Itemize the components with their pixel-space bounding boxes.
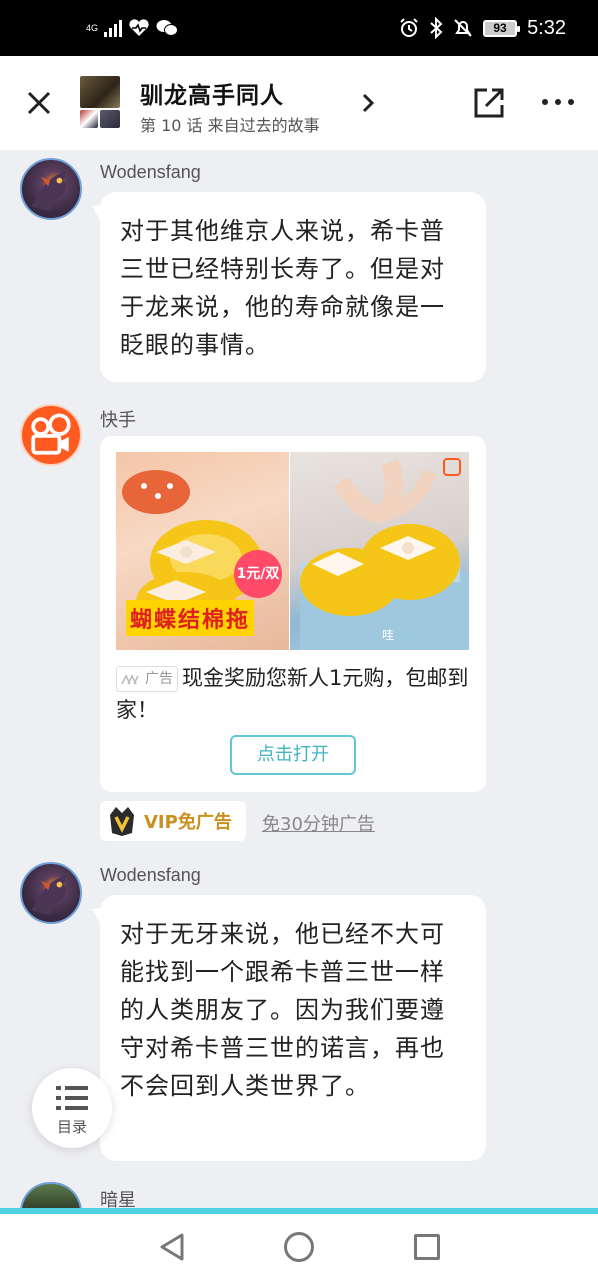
recent-apps-icon[interactable] xyxy=(414,1234,440,1260)
ad-tag: 广告 xyxy=(116,666,178,692)
close-icon[interactable] xyxy=(24,88,54,118)
vip-remove-ads-button[interactable]: VIP免广告 xyxy=(100,801,246,841)
ad-image-caption: 蝴蝶结棉拖 xyxy=(126,600,255,636)
home-icon[interactable] xyxy=(284,1232,314,1262)
health-icon xyxy=(129,19,149,36)
sender-name: Wodensfang xyxy=(100,162,201,182)
kuaishou-logo-icon xyxy=(443,458,461,476)
status-left: 4G xyxy=(86,16,179,40)
avatar[interactable] xyxy=(20,862,82,924)
alarm-icon xyxy=(400,18,418,37)
book-title[interactable]: 驯龙高手同人 xyxy=(140,76,284,110)
ad-image-sticker: 哇 xyxy=(382,628,395,642)
ad-image[interactable]: 哇 xyxy=(290,452,469,650)
status-bar: 4G 93 5:32 xyxy=(0,0,598,56)
free-30min-ads-link[interactable]: 免30分钟广告 xyxy=(262,810,375,836)
ad-tag-label: 广告 xyxy=(145,671,173,687)
bluetooth-icon xyxy=(430,17,443,39)
more-options-icon[interactable] xyxy=(542,96,574,108)
vip-label: VIP免广告 xyxy=(144,812,232,833)
system-nav-bar xyxy=(0,1214,598,1280)
status-right: 93 5:32 xyxy=(399,14,566,42)
network-type: 4G xyxy=(86,22,99,33)
mute-bell-icon xyxy=(454,19,472,37)
sender-name: Wodensfang xyxy=(100,865,201,885)
signal-icon xyxy=(104,19,123,37)
chevron-right-icon[interactable] xyxy=(360,92,376,114)
vip-crown-icon xyxy=(110,807,134,836)
price-badge: 1元/双 xyxy=(234,550,282,598)
ad-card[interactable]: 1元/双 蝴蝶结棉拖 哇 现金奖励您新人1元购，包邮到家！ 广告 点击打开 xyxy=(100,436,486,792)
sender-name: 快手 xyxy=(100,410,136,430)
battery-indicator: 93 xyxy=(483,19,521,37)
chapter-title: 第 10 话 来自过去的故事 xyxy=(140,116,320,135)
message-bubble: 对于其他维京人来说，希卡普三世已经特别长寿了。但是对于龙来说，他的寿命就像是一眨… xyxy=(100,192,486,382)
ad-mark-icon xyxy=(121,674,139,685)
share-icon[interactable] xyxy=(472,86,506,120)
slipper-box-illustration xyxy=(300,459,469,650)
avatar[interactable] xyxy=(20,158,82,220)
ad-image[interactable]: 1元/双 蝴蝶结棉拖 xyxy=(116,452,289,650)
avatar[interactable] xyxy=(20,404,82,466)
clock: 5:32 xyxy=(527,16,566,39)
toc-button[interactable]: 目录 xyxy=(32,1068,112,1148)
message-bubble: 对于无牙来说，他已经不大可能找到一个跟希卡普三世一样的人类朋友了。因为我们要遵守… xyxy=(100,895,486,1161)
list-icon xyxy=(56,1086,88,1110)
open-ad-button[interactable]: 点击打开 xyxy=(230,735,356,775)
reader-header: 驯龙高手同人 第 10 话 来自过去的故事 xyxy=(0,56,598,150)
back-icon[interactable] xyxy=(158,1232,186,1262)
book-cover[interactable] xyxy=(80,76,120,128)
toc-label: 目录 xyxy=(56,1118,87,1136)
wechat-icon xyxy=(156,20,179,36)
